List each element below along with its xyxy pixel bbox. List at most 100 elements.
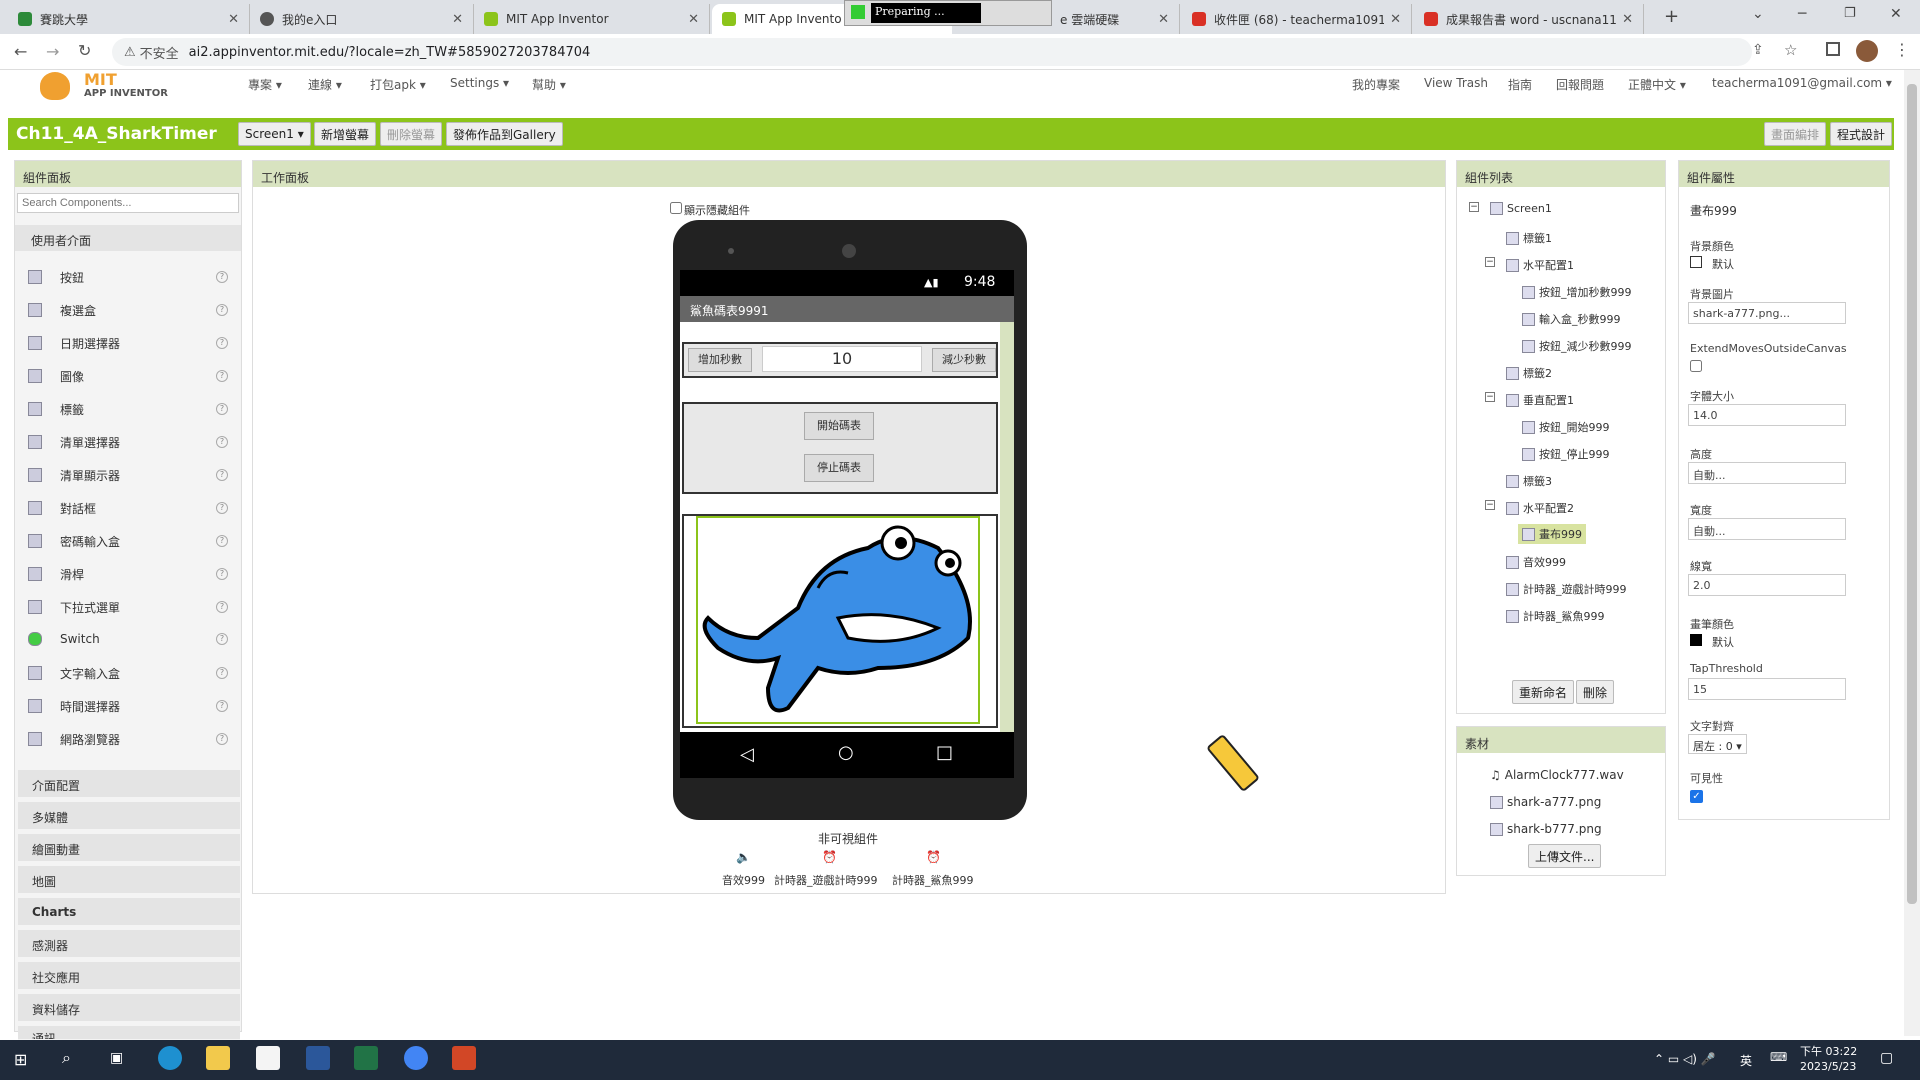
windows-start-icon[interactable]: ⊞ xyxy=(14,1050,27,1069)
help-icon[interactable]: ? xyxy=(216,271,228,283)
help-icon[interactable]: ? xyxy=(216,535,228,547)
help-icon[interactable]: ? xyxy=(216,733,228,745)
media-file[interactable]: shark-b777.png xyxy=(1490,822,1602,836)
tree-item-hlayout1[interactable]: 水平配置1 xyxy=(1506,257,1574,273)
close-icon[interactable]: ✕ xyxy=(452,12,463,27)
help-icon[interactable]: ? xyxy=(216,304,228,316)
ime-indicator[interactable]: 英 xyxy=(1740,1052,1752,1069)
palette-item-button[interactable]: 按鈕? xyxy=(28,266,228,288)
tree-item-shark-timer[interactable]: 計時器_鯊魚999 xyxy=(1506,608,1605,624)
browser-tab[interactable]: 成果報告書 word - uscnana11 ✕ xyxy=(1414,4,1644,34)
tree-item-vlayout1[interactable]: 垂直配置1 xyxy=(1506,392,1574,408)
bg-color-swatch[interactable] xyxy=(1690,256,1702,268)
help-icon[interactable]: ? xyxy=(216,502,228,514)
palette-item-label[interactable]: 標籤? xyxy=(28,398,228,420)
menu-language[interactable]: 正體中文 ▾ xyxy=(1628,76,1686,93)
seconds-textbox[interactable]: 10 xyxy=(762,346,922,372)
palette-section-user-interface[interactable]: 使用者介面 xyxy=(15,225,241,251)
upload-file-button[interactable]: 上傳文件... xyxy=(1528,844,1602,868)
show-hidden-checkbox[interactable] xyxy=(670,202,682,214)
tree-item-sound[interactable]: 音效999 xyxy=(1506,554,1566,570)
rename-button[interactable]: 重新命名 xyxy=(1512,680,1575,704)
add-seconds-button[interactable]: 增加秒數 xyxy=(688,348,752,372)
help-icon[interactable]: ? xyxy=(216,633,228,645)
browser-tab[interactable]: 賽跳大學 ✕ xyxy=(8,4,250,34)
collapse-toggle[interactable]: − xyxy=(1485,257,1495,267)
edge-icon[interactable] xyxy=(158,1046,182,1070)
tab-search-icon[interactable]: ⌄ xyxy=(1752,6,1764,22)
notepad-icon[interactable] xyxy=(256,1046,280,1070)
palette-category-connectivity[interactable]: 通訊 xyxy=(18,1026,240,1040)
palette-item-webviewer[interactable]: 網路瀏覽器? xyxy=(28,728,228,750)
powerpoint-icon[interactable] xyxy=(452,1046,476,1070)
menu-guide[interactable]: 指南 xyxy=(1508,76,1532,93)
palette-category-drawing[interactable]: 繪圖動畫 xyxy=(18,834,240,862)
screen-select[interactable]: Screen1 ▾ xyxy=(238,122,311,146)
palette-item-checkbox[interactable]: 複選盒? xyxy=(28,299,228,321)
palette-item-timepicker[interactable]: 時間選擇器? xyxy=(28,695,228,717)
back-icon[interactable]: ← xyxy=(14,42,27,61)
menu-settings[interactable]: Settings ▾ xyxy=(450,76,509,90)
forward-icon[interactable]: → xyxy=(46,42,59,61)
palette-item-textbox[interactable]: 文字輸入盒? xyxy=(28,662,228,684)
tree-item-stop-button[interactable]: 按鈕_停止999 xyxy=(1522,446,1610,462)
bookmark-star-icon[interactable]: ☆ xyxy=(1784,41,1797,59)
palette-item-passwordbox[interactable]: 密碼輸入盒? xyxy=(28,530,228,552)
tree-item-screen1[interactable]: Screen1 xyxy=(1490,202,1552,215)
close-icon[interactable]: ✕ xyxy=(228,12,239,27)
palette-category-layout[interactable]: 介面配置 xyxy=(18,770,240,798)
close-window-icon[interactable]: ✕ xyxy=(1890,6,1902,22)
nonvisible-game-timer[interactable]: 計時器_遊戲計時999 xyxy=(774,872,878,888)
file-explorer-icon[interactable] xyxy=(206,1046,230,1070)
close-icon[interactable]: ✕ xyxy=(1158,12,1169,27)
clock-date[interactable]: 2023/5/23 xyxy=(1800,1060,1856,1073)
task-view-icon[interactable]: ▣ xyxy=(110,1050,123,1066)
bg-color-value[interactable]: 默认 xyxy=(1712,256,1734,272)
help-icon[interactable]: ? xyxy=(216,436,228,448)
visible-checkbox[interactable]: ✓ xyxy=(1690,790,1703,803)
palette-item-listpicker[interactable]: 清單選擇器? xyxy=(28,431,228,453)
collapse-toggle[interactable]: − xyxy=(1485,392,1495,402)
palette-category-media[interactable]: 多媒體 xyxy=(18,802,240,830)
extend-moves-checkbox[interactable] xyxy=(1690,360,1702,372)
profile-avatar[interactable] xyxy=(1856,40,1878,62)
menu-report-issue[interactable]: 回報問題 xyxy=(1556,76,1604,93)
tree-item-start-button[interactable]: 按鈕_開始999 xyxy=(1522,419,1610,435)
browser-tab[interactable]: e 雲端硬碟 ✕ xyxy=(1050,4,1180,34)
help-icon[interactable]: ? xyxy=(216,403,228,415)
bg-image-field[interactable]: shark-a777.png... xyxy=(1688,302,1846,324)
tray-icons[interactable]: ⌃ ▭ ◁) 🎤 xyxy=(1654,1052,1716,1066)
new-tab-icon[interactable]: + xyxy=(1664,6,1679,27)
tree-item-canvas-selected[interactable]: 畫布999 xyxy=(1518,524,1586,544)
palette-item-spinner[interactable]: 下拉式選單? xyxy=(28,596,228,618)
stop-timer-button[interactable]: 停止碼表 xyxy=(804,454,874,482)
menu-help[interactable]: 幫助 ▾ xyxy=(532,76,566,93)
reload-icon[interactable]: ↻ xyxy=(78,41,91,60)
palette-category-maps[interactable]: 地圖 xyxy=(18,866,240,894)
url-bar[interactable]: ⚠ 不安全 ai2.appinventor.mit.edu/?locale=zh… xyxy=(112,38,1752,66)
close-icon[interactable]: ✕ xyxy=(1390,12,1401,27)
palette-item-image[interactable]: 圖像? xyxy=(28,365,228,387)
nonvisible-sound[interactable]: 音效999 xyxy=(722,872,765,888)
palette-item-notifier[interactable]: 對話框? xyxy=(28,497,228,519)
delete-button[interactable]: 刪除 xyxy=(1576,680,1615,704)
tree-item-add-button[interactable]: 按鈕_增加秒數999 xyxy=(1522,284,1632,300)
chrome-menu-icon[interactable]: ⋮ xyxy=(1894,40,1910,59)
help-icon[interactable]: ? xyxy=(216,568,228,580)
designer-button[interactable]: 畫面編排 xyxy=(1764,122,1827,146)
tap-threshold-field[interactable]: 15 xyxy=(1688,678,1846,700)
menu-connect[interactable]: 連線 ▾ xyxy=(308,76,342,93)
app-inventor-logo-icon[interactable] xyxy=(40,72,70,100)
scrollbar-thumb[interactable] xyxy=(1907,84,1917,904)
collapse-toggle[interactable]: − xyxy=(1485,500,1495,510)
publish-gallery-button[interactable]: 發佈作品到Gallery xyxy=(446,122,563,146)
tree-item-textbox[interactable]: 輸入盒_秒數999 xyxy=(1522,311,1621,327)
subtract-seconds-button[interactable]: 減少秒數 xyxy=(932,348,996,372)
clock-time[interactable]: 下午 03:22 xyxy=(1800,1043,1857,1059)
text-align-select[interactable]: 居左 : 0 ▾ xyxy=(1688,734,1747,754)
media-file[interactable]: ♫ AlarmClock777.wav xyxy=(1490,768,1624,782)
sidepanel-icon[interactable] xyxy=(1826,42,1840,56)
palette-category-charts[interactable]: Charts xyxy=(18,898,240,926)
paint-color-swatch[interactable] xyxy=(1690,634,1702,646)
help-icon[interactable]: ? xyxy=(216,700,228,712)
